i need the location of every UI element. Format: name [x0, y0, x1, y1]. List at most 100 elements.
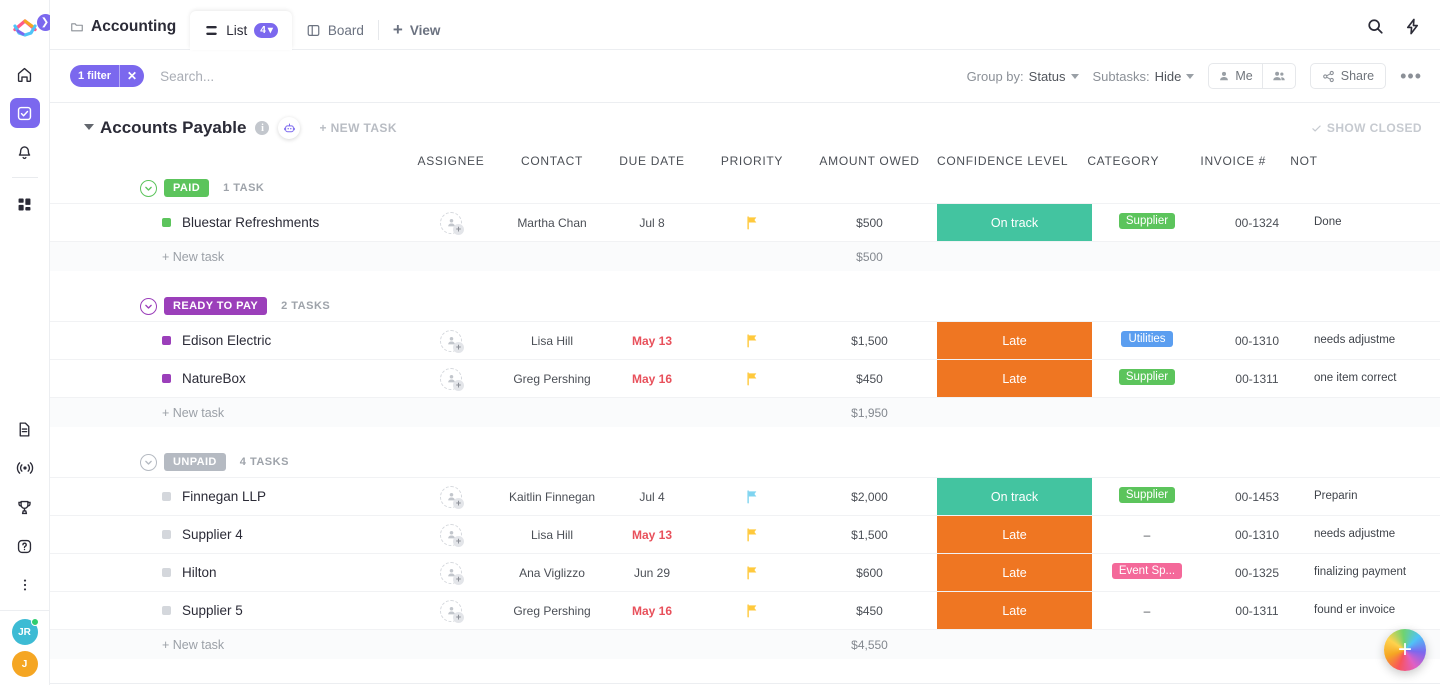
clickup-logo[interactable]: ❯ [0, 0, 54, 50]
contact-cell[interactable]: Greg Pershing [502, 604, 602, 618]
add-assignee-icon[interactable]: + [453, 611, 464, 623]
confidence-level-cell[interactable]: Late [937, 516, 1092, 553]
status-square-icon[interactable] [162, 336, 171, 345]
priority-flag-icon[interactable] [702, 371, 802, 386]
notes-cell[interactable]: Preparin [1312, 490, 1432, 503]
priority-cell[interactable] [702, 215, 802, 230]
task-name-cell[interactable]: Supplier 4 [50, 527, 400, 542]
column-header-category[interactable]: CATEGORY [1068, 154, 1178, 168]
assignee-cell[interactable]: + [400, 367, 502, 391]
assignees-filter-button[interactable] [1261, 64, 1295, 88]
goals-trophy-icon[interactable] [10, 492, 40, 522]
tab-add-view[interactable]: + View [379, 11, 454, 49]
invoice-number-cell[interactable]: 00-1311 [1202, 604, 1312, 618]
column-header-contact[interactable]: CONTACT [502, 154, 602, 168]
confidence-level-cell[interactable]: On track [937, 204, 1092, 241]
notifications-bell-icon[interactable] [10, 137, 40, 167]
due-date-cell[interactable]: May 13 [602, 528, 702, 542]
table-row[interactable]: Supplier 4 + Lisa Hill May 13 $1,500 Late – 00-… [50, 515, 1440, 553]
add-assignee-icon[interactable]: + [453, 535, 464, 547]
due-date-cell[interactable]: May 16 [602, 372, 702, 386]
assignee-avatar-placeholder[interactable]: + [440, 599, 464, 623]
amount-owed-cell[interactable]: $2,000 [802, 490, 937, 504]
more-icon[interactable] [10, 570, 40, 600]
assignee-avatar-placeholder[interactable]: + [440, 367, 464, 391]
task-name-cell[interactable]: Finnegan LLP [50, 489, 400, 504]
amount-owed-cell[interactable]: $450 [802, 604, 937, 618]
column-header-invoice[interactable]: INVOICE # [1178, 154, 1288, 168]
table-row[interactable]: Finnegan LLP + Kaitlin Finnegan Jul 4 $2,000… [50, 477, 1440, 515]
column-header-amount[interactable]: AMOUNT OWED [802, 154, 937, 168]
due-date-cell[interactable]: Jun 29 [602, 566, 702, 580]
assignee-avatar-placeholder[interactable]: + [440, 485, 464, 509]
add-task-link[interactable]: + New task [50, 638, 400, 652]
add-task-link[interactable]: + New task [50, 250, 400, 264]
assignee-cell[interactable]: + [400, 485, 502, 509]
invoice-number-cell[interactable]: 00-1310 [1202, 528, 1312, 542]
category-tag[interactable]: Supplier [1118, 213, 1176, 229]
amount-owed-cell[interactable]: $1,500 [802, 528, 937, 542]
priority-cell[interactable] [702, 489, 802, 504]
invoice-number-cell[interactable]: 00-1324 [1202, 216, 1312, 230]
collapse-group-icon[interactable] [140, 297, 157, 315]
task-name-cell[interactable]: Hilton [50, 565, 400, 580]
add-assignee-icon[interactable]: + [453, 341, 464, 353]
amount-owed-cell[interactable]: $1,500 [802, 334, 937, 348]
status-badge[interactable]: PAID [164, 179, 210, 197]
priority-flag-icon[interactable] [702, 527, 802, 542]
task-name-cell[interactable]: Bluestar Refreshments [50, 215, 400, 230]
status-square-icon[interactable] [162, 606, 171, 615]
category-cell[interactable]: Supplier [1092, 213, 1202, 232]
table-row[interactable]: Bluestar Refreshments + Martha Chan Jul 8 $5… [50, 203, 1440, 241]
home-icon[interactable] [10, 59, 40, 89]
priority-flag-icon[interactable] [702, 489, 802, 504]
breadcrumb-space[interactable]: Accounting [50, 18, 190, 49]
table-row[interactable]: Supplier 5 + Greg Pershing May 16 $450 Late – 0… [50, 591, 1440, 629]
confidence-level-cell[interactable]: Late [937, 592, 1092, 629]
notes-cell[interactable]: finalizing payment [1312, 566, 1432, 579]
me-filter-button[interactable]: Me [1209, 64, 1261, 88]
category-cell[interactable]: – [1092, 528, 1202, 542]
assignee-avatar-placeholder[interactable]: + [440, 211, 464, 235]
amount-owed-cell[interactable]: $600 [802, 566, 937, 580]
add-assignee-icon[interactable]: + [453, 223, 464, 235]
category-tag[interactable]: Event Sp... [1111, 563, 1183, 579]
new-task-link[interactable]: + NEW TASK [319, 121, 396, 135]
priority-flag-icon[interactable] [702, 333, 802, 348]
notes-cell[interactable]: one item correct [1312, 372, 1432, 385]
category-cell[interactable]: Utilities [1092, 331, 1202, 350]
category-cell[interactable]: – [1092, 604, 1202, 618]
status-square-icon[interactable] [162, 374, 171, 383]
confidence-level-cell[interactable]: Late [937, 322, 1092, 359]
collapse-list-icon[interactable] [84, 124, 94, 130]
subtasks-control[interactable]: Subtasks: Hide [1093, 69, 1195, 84]
tasks-check-icon[interactable] [9, 98, 40, 128]
info-icon[interactable]: i [255, 121, 270, 135]
avatar-j[interactable]: J [11, 651, 38, 677]
collapse-group-icon[interactable] [140, 179, 157, 197]
contact-cell[interactable]: Ana Viglizzo [502, 566, 602, 580]
add-assignee-icon[interactable]: + [453, 379, 464, 391]
invoice-number-cell[interactable]: 00-1310 [1202, 334, 1312, 348]
collapse-group-icon[interactable] [140, 453, 157, 471]
invoice-number-cell[interactable]: 00-1311 [1202, 372, 1312, 386]
priority-cell[interactable] [702, 603, 802, 618]
category-tag[interactable]: Utilities [1121, 331, 1173, 347]
tab-list[interactable]: List 4 ▾ [190, 11, 292, 50]
assignee-cell[interactable]: + [400, 211, 502, 235]
category-tag[interactable]: Supplier [1118, 487, 1176, 503]
assignee-cell[interactable]: + [400, 329, 502, 353]
due-date-cell[interactable]: Jul 8 [602, 216, 702, 230]
task-name-cell[interactable]: Supplier 5 [50, 603, 400, 618]
column-header-confidence[interactable]: CONFIDENCE LEVEL [937, 154, 1068, 168]
priority-flag-icon[interactable] [702, 215, 802, 230]
invoice-number-cell[interactable]: 00-1453 [1202, 490, 1312, 504]
assignee-cell[interactable]: + [400, 599, 502, 623]
confidence-level-cell[interactable]: On track [937, 478, 1092, 515]
search-input[interactable] [160, 68, 481, 84]
priority-cell[interactable] [702, 527, 802, 542]
column-header-due[interactable]: DUE DATE [602, 154, 702, 168]
invoice-number-cell[interactable]: 00-1325 [1202, 566, 1312, 580]
category-empty[interactable]: – [1144, 528, 1151, 542]
avatar-jr[interactable]: JR [11, 618, 39, 645]
